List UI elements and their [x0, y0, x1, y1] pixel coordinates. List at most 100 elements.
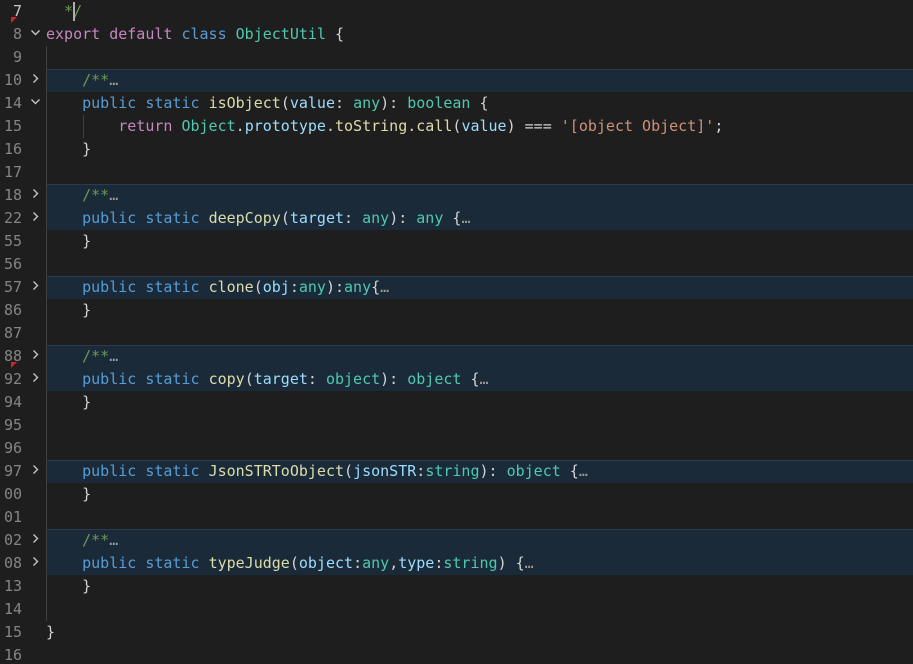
code-line[interactable]: 22 public static deepCopy(target: any): …: [0, 207, 913, 230]
code-line[interactable]: 88 /**…: [0, 345, 913, 368]
code-text[interactable]: return Object.prototype.toString.call(va…: [46, 115, 913, 138]
code-line[interactable]: 15}: [0, 621, 913, 644]
code-text[interactable]: }: [46, 621, 913, 644]
code-text[interactable]: [46, 161, 913, 184]
code-text[interactable]: }: [46, 138, 913, 161]
code-token: …: [380, 278, 390, 296]
code-text[interactable]: [46, 46, 913, 69]
fold-expanded-chevron-down-icon[interactable]: [28, 92, 42, 115]
code-line[interactable]: 94 }: [0, 391, 913, 414]
code-text[interactable]: }: [46, 483, 913, 506]
code-token: …: [109, 531, 119, 549]
code-token: :: [344, 209, 363, 227]
code-text[interactable]: public static copy(target: object): obje…: [46, 368, 913, 391]
code-line[interactable]: 18 /**…: [0, 184, 913, 207]
code-token: string: [425, 462, 480, 480]
code-line[interactable]: 95: [0, 414, 913, 437]
fold-collapsed-chevron-right-icon[interactable]: [28, 552, 42, 575]
code-token: .: [325, 117, 335, 135]
code-line[interactable]: 01: [0, 506, 913, 529]
code-text[interactable]: [46, 253, 913, 276]
line-number: 55: [3, 232, 22, 250]
code-line[interactable]: 16 }: [0, 138, 913, 161]
code-token: target: [253, 370, 308, 388]
code-text[interactable]: public static deepCopy(target: any): any…: [46, 207, 913, 230]
line-number: 96: [3, 439, 22, 457]
code-text[interactable]: /**…: [46, 184, 913, 207]
code-line[interactable]: 87: [0, 322, 913, 345]
line-number: 94: [3, 393, 22, 411]
code-token: return: [118, 117, 173, 135]
code-line[interactable]: 96: [0, 437, 913, 460]
code-text[interactable]: [46, 506, 913, 529]
code-line[interactable]: 56: [0, 253, 913, 276]
code-line[interactable]: 86 }: [0, 299, 913, 322]
fold-collapsed-chevron-right-icon[interactable]: [28, 69, 42, 92]
code-token: any: [344, 278, 372, 296]
code-text[interactable]: public static isObject(value: any): bool…: [46, 92, 913, 115]
code-text[interactable]: /**…: [46, 529, 913, 552]
code-text[interactable]: [46, 322, 913, 345]
fold-collapsed-chevron-right-icon[interactable]: [28, 529, 42, 552]
code-line[interactable]: 7 */: [0, 0, 913, 23]
code-line[interactable]: 00 }: [0, 483, 913, 506]
line-number: 86: [3, 301, 22, 319]
code-text[interactable]: }: [46, 299, 913, 322]
fold-collapsed-chevron-right-icon[interactable]: [28, 184, 42, 207]
code-editor[interactable]: 7 */8 export default class ObjectUtil {9 1…: [0, 0, 913, 664]
code-token: :: [289, 278, 299, 296]
code-text[interactable]: public static typeJudge(object:any,type:…: [46, 552, 913, 575]
code-text[interactable]: [46, 437, 913, 460]
code-text[interactable]: [46, 598, 913, 621]
code-text[interactable]: }: [46, 391, 913, 414]
code-token: public: [82, 462, 137, 480]
code-token: prototype: [244, 117, 326, 135]
fold-collapsed-chevron-right-icon[interactable]: [28, 207, 42, 230]
code-text[interactable]: [46, 414, 913, 437]
code-token: :: [307, 370, 326, 388]
code-token: {: [325, 25, 345, 43]
code-line[interactable]: 8 export default class ObjectUtil {: [0, 23, 913, 46]
code-line[interactable]: 15 return Object.prototype.toString.call…: [0, 115, 913, 138]
code-text[interactable]: public static JsonSTRToObject(jsonSTR:st…: [46, 460, 913, 483]
code-line[interactable]: 10 /**…: [0, 69, 913, 92]
fold-collapsed-chevron-right-icon[interactable]: [28, 460, 42, 483]
line-number: 97: [3, 462, 22, 480]
fold-collapsed-chevron-right-icon[interactable]: [28, 345, 42, 368]
code-line[interactable]: 08 public static typeJudge(object:any,ty…: [0, 552, 913, 575]
code-text[interactable]: }: [46, 230, 913, 253]
line-number: 92: [3, 370, 22, 388]
code-line[interactable]: 14: [0, 598, 913, 621]
code-line[interactable]: 17: [0, 161, 913, 184]
code-token: ):: [389, 209, 417, 227]
code-line[interactable]: 02 /**…: [0, 529, 913, 552]
code-line[interactable]: 9: [0, 46, 913, 69]
code-line[interactable]: 57 public static clone(obj:any):any{…: [0, 276, 913, 299]
code-text[interactable]: export default class ObjectUtil {: [46, 23, 913, 46]
code-line[interactable]: 55 }: [0, 230, 913, 253]
fold-collapsed-chevron-right-icon[interactable]: [28, 368, 42, 391]
code-text[interactable]: */: [46, 0, 913, 23]
code-token: public: [82, 209, 137, 227]
code-text[interactable]: /**…: [46, 69, 913, 92]
code-line[interactable]: 16: [0, 644, 913, 664]
code-text[interactable]: }: [46, 575, 913, 598]
code-text[interactable]: [46, 644, 913, 664]
code-text[interactable]: /**…: [46, 345, 913, 368]
code-line[interactable]: 14 public static isObject(value: any): b…: [0, 92, 913, 115]
fold-collapsed-chevron-right-icon[interactable]: [28, 276, 42, 299]
code-line[interactable]: 92 public static copy(target: object): o…: [0, 368, 913, 391]
code-line[interactable]: 97 public static JsonSTRToObject(jsonSTR…: [0, 460, 913, 483]
code-text[interactable]: public static clone(obj:any):any{…: [46, 276, 913, 299]
code-token: object: [506, 462, 561, 480]
fold-expanded-chevron-down-icon[interactable]: [28, 23, 42, 46]
code-token: toString: [335, 117, 408, 135]
code-line[interactable]: 13 }: [0, 575, 913, 598]
code-token: static: [145, 462, 200, 480]
